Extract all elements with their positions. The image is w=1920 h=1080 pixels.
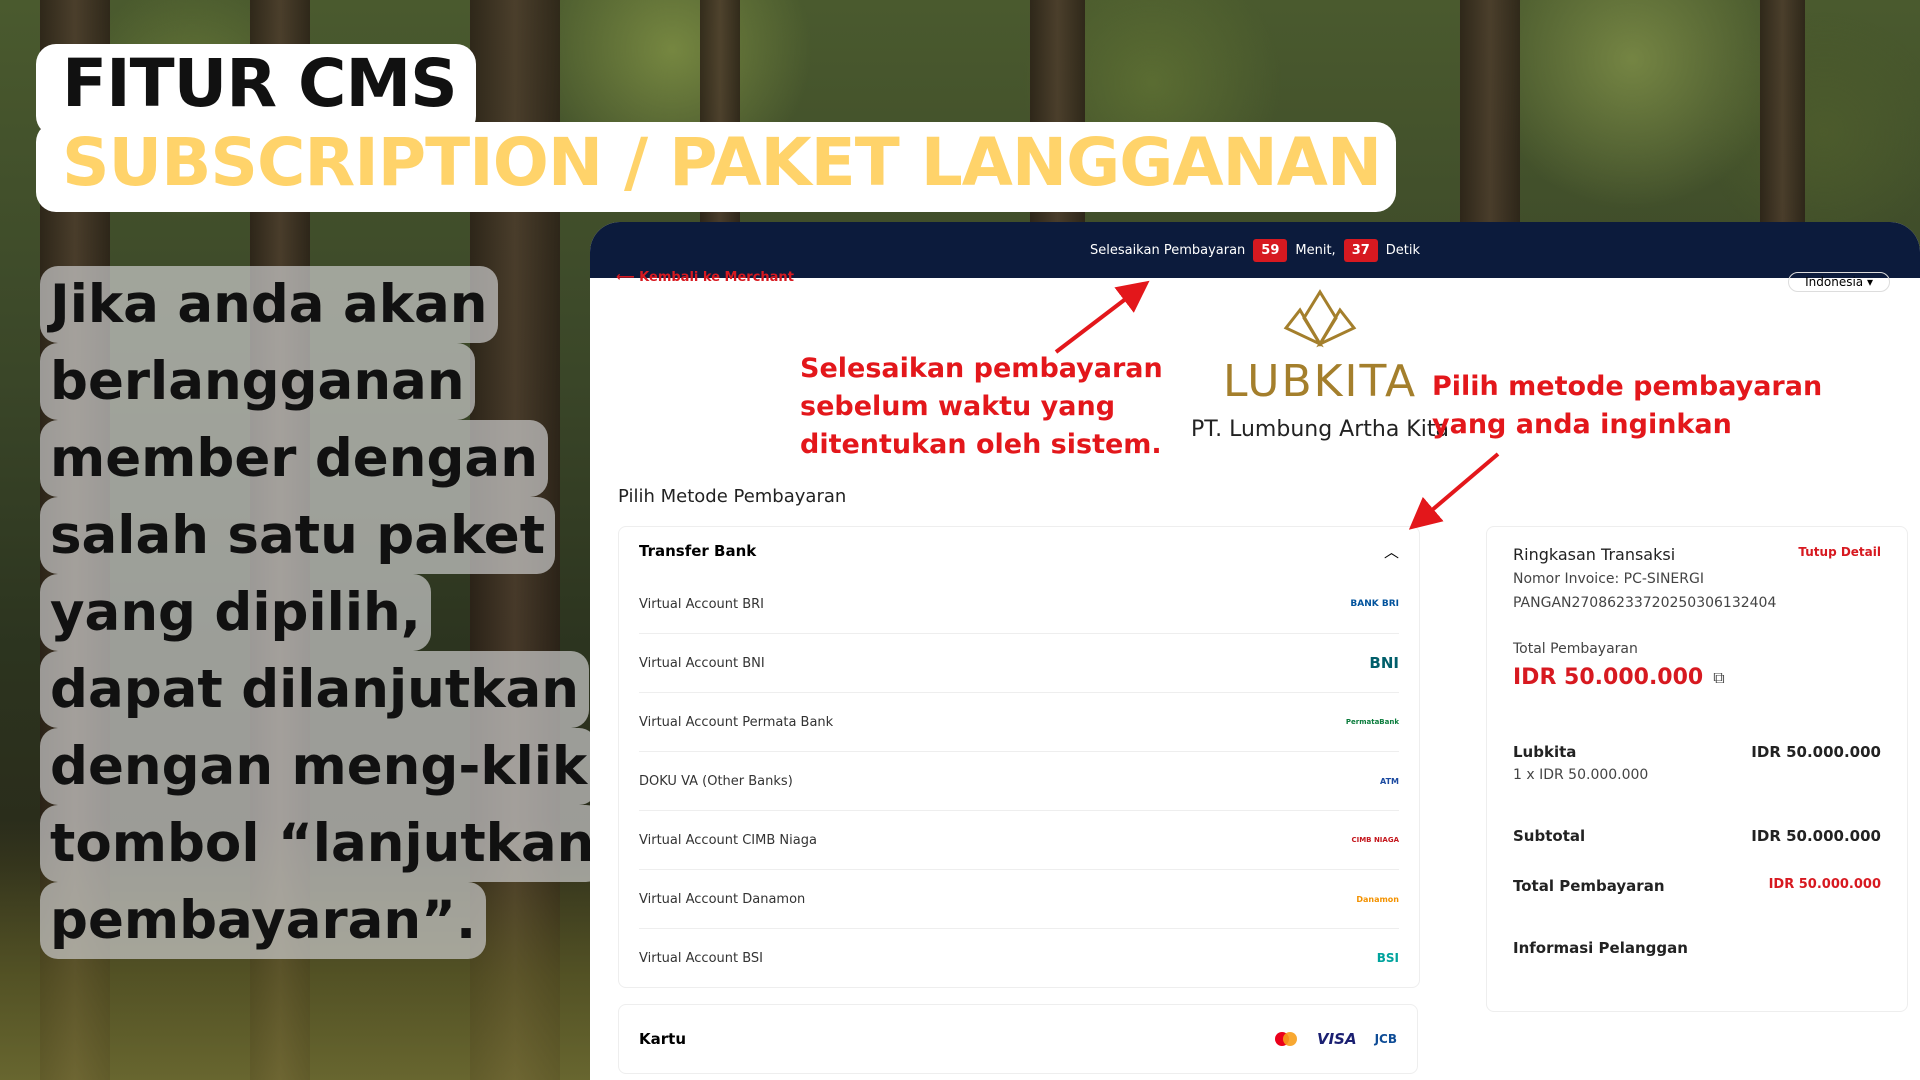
merchant-logo: LUBKITA PT. Lumbung Artha Kita (1190, 288, 1450, 442)
method-label: Virtual Account Danamon (639, 891, 806, 907)
annotation-line: yang anda inginkan (1432, 409, 1732, 440)
total-label-row: Total Pembayaran (1513, 641, 1881, 657)
customer-info-label[interactable]: Informasi Pelanggan (1513, 939, 1688, 957)
subtotal-row: Subtotal IDR 50.000.000 (1513, 827, 1881, 845)
total-value-row: IDR 50.000.000 ⧉ (1513, 665, 1881, 690)
language-select[interactable]: Indonesia ▾ (1788, 272, 1890, 292)
method-item-danamon[interactable]: Virtual Account Danamon Danamon (639, 870, 1399, 929)
arrow-to-methods-icon (1408, 452, 1500, 530)
method-item-bri[interactable]: Virtual Account BRI BANK BRI (639, 575, 1399, 634)
description-line: member dengan (40, 420, 548, 497)
back-to-merchant-link[interactable]: ⟵ Kembali ke Merchant (616, 270, 794, 285)
timer-minutes: 59 (1253, 238, 1288, 262)
chevron-up-icon: ︿ (1383, 542, 1399, 561)
arrow-to-timer-icon (1054, 280, 1150, 354)
grand-total-label: Total Pembayaran (1513, 877, 1665, 895)
annotation-line: Selesaikan pembayaran (800, 353, 1163, 384)
mastercard-icon (1274, 1032, 1297, 1046)
transfer-bank-header[interactable]: Transfer Bank ︿ (619, 527, 1419, 575)
timer-prefix: Selesaikan Pembayaran (1089, 242, 1246, 258)
annotation-line: sebelum waktu yang (800, 391, 1116, 422)
timer-seconds-label: Detik (1385, 242, 1421, 258)
item-row: Lubkita IDR 50.000.000 (1513, 743, 1881, 761)
customer-info-row: Informasi Pelanggan (1513, 939, 1881, 957)
item-qty: 1 x IDR 50.000.000 (1513, 767, 1649, 783)
method-label: Virtual Account BSI (639, 950, 764, 966)
invoice-number: PANGAN270862337202503061324​04 (1513, 595, 1777, 611)
method-label: Virtual Account BNI (639, 655, 765, 671)
summary-title: Ringkasan Transaksi (1513, 545, 1676, 564)
transfer-bank-label: Transfer Bank (639, 542, 757, 560)
description-line: dapat dilanjutkan (40, 651, 589, 728)
description-line: dengan meng-klik (40, 728, 598, 805)
language-label: Indonesia (1805, 275, 1864, 289)
description-line: pembayaran”. (40, 882, 487, 959)
arrow-left-icon: ⟵ (616, 270, 635, 285)
total-label: Total Pembayaran (1513, 641, 1638, 657)
method-label: Virtual Account Permata Bank (639, 714, 834, 730)
checkout-screenshot: Selesaikan Pembayaran 59 Menit, 37 Detik… (590, 222, 1920, 1080)
lotus-logo-icon (1283, 289, 1357, 348)
timer-annotation: Selesaikan pembayaran sebelum waktu yang… (800, 350, 1163, 464)
permata-logo-icon: PermataBank (1345, 718, 1399, 726)
subtotal-value: IDR 50.000.000 (1751, 827, 1881, 845)
timer-seconds: 37 (1343, 238, 1378, 262)
grand-total-value: IDR 50.000.000 (1768, 877, 1881, 892)
bsi-logo-icon: BSI (1376, 951, 1399, 965)
company-name: PT. Lumbung Artha Kita (1191, 417, 1449, 442)
invoice-label: Nomor Invoice: PC-SINERGI (1513, 571, 1704, 587)
page-title: FITUR CMS (62, 45, 458, 122)
invoice-label-row: Nomor Invoice: PC-SINERGI (1513, 571, 1881, 587)
card-payment-label: Kartu (639, 1030, 686, 1048)
back-link-label: Kembali ke Merchant (639, 270, 794, 285)
description-line: Jika anda akan (40, 266, 498, 343)
method-label: Virtual Account CIMB Niaga (639, 832, 817, 848)
grand-total-row: Total Pembayaran IDR 50.000.000 (1513, 877, 1881, 895)
payment-method-title: Pilih Metode Pembayaran (618, 486, 847, 507)
transfer-bank-group: Transfer Bank ︿ Virtual Account BRI BANK… (618, 526, 1420, 988)
page-subtitle: SUBSCRIPTION / PAKET LANGGANAN (62, 124, 1382, 201)
card-logos: VISA JCB (1273, 1030, 1397, 1048)
bni-logo-icon: BNI (1369, 654, 1399, 672)
method-label: Virtual Account BRI (639, 596, 765, 612)
visa-icon: VISA (1316, 1030, 1357, 1048)
description-line: yang dipilih, (40, 574, 431, 651)
description-line: salah satu paket (40, 497, 556, 574)
atm-logo-icon: ATM (1380, 776, 1399, 786)
transaction-summary: Ringkasan Transaksi Tutup Detail Nomor I… (1486, 526, 1908, 1012)
method-annotation: Pilih metode pembayaran yang anda ingink… (1432, 368, 1822, 444)
item-name: Lubkita (1513, 743, 1577, 761)
cimb-logo-icon: CIMB NIAGA (1351, 836, 1399, 844)
subtotal-label: Subtotal (1513, 827, 1586, 845)
close-detail-link[interactable]: Tutup Detail (1798, 545, 1881, 564)
item-qty-row: 1 x IDR 50.000.000 (1513, 767, 1881, 783)
card-payment-group[interactable]: Kartu VISA JCB (618, 1004, 1418, 1074)
annotation-line: Pilih metode pembayaran (1432, 371, 1823, 402)
chevron-down-icon: ▾ (1866, 275, 1873, 289)
summary-header: Ringkasan Transaksi Tutup Detail (1513, 545, 1881, 564)
item-price: IDR 50.000.000 (1751, 743, 1881, 761)
danamon-logo-icon: Danamon (1356, 894, 1399, 904)
method-item-doku[interactable]: DOKU VA (Other Banks) ATM (639, 752, 1399, 811)
method-item-cimb[interactable]: Virtual Account CIMB Niaga CIMB NIAGA (639, 811, 1399, 870)
total-value: IDR 50.000.000 (1513, 665, 1704, 690)
method-item-bsi[interactable]: Virtual Account BSI BSI (639, 929, 1399, 987)
bri-logo-icon: BANK BRI (1350, 599, 1399, 609)
method-item-permata[interactable]: Virtual Account Permata Bank PermataBank (639, 693, 1399, 752)
jcb-icon: JCB (1374, 1032, 1397, 1046)
annotation-line: ditentukan oleh sistem. (800, 429, 1162, 460)
logo-name: LUBKITA (1222, 356, 1418, 407)
description-paragraph: Jika anda akan berlangganan member denga… (40, 266, 605, 959)
description-line: berlangganan (40, 343, 475, 420)
invoice-number-row: PANGAN270862337202503061324​04 (1513, 595, 1881, 611)
description-line: tombol “lanjutkan (40, 805, 605, 882)
method-item-bni[interactable]: Virtual Account BNI BNI (639, 634, 1399, 693)
copy-icon[interactable]: ⧉ (1713, 668, 1724, 688)
method-label: DOKU VA (Other Banks) (639, 773, 793, 789)
timer-minutes-label: Menit, (1295, 242, 1336, 258)
